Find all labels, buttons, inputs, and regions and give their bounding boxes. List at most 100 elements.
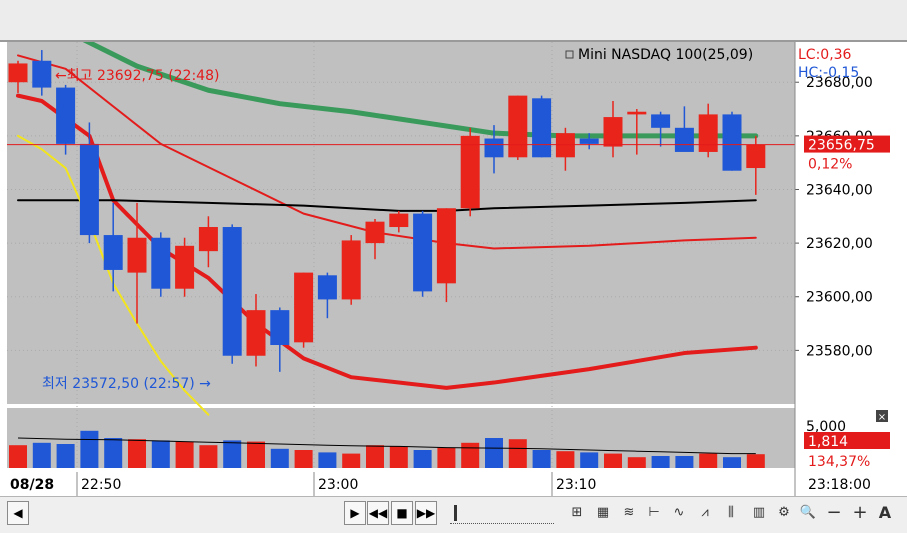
- play-icon[interactable]: ▶: [344, 501, 366, 525]
- candle-body: [8, 63, 28, 83]
- candle-body: [270, 310, 290, 346]
- trend-icon[interactable]: ⩘: [694, 501, 716, 525]
- volume-bar: [175, 441, 194, 468]
- volume-bar: [247, 441, 265, 468]
- candle-body: [79, 143, 99, 236]
- legend-hc: HC:-0,15: [798, 65, 859, 81]
- candle-body: [532, 98, 552, 158]
- time-axis-label-2300: 23:00: [318, 477, 358, 493]
- volume-bar: [318, 452, 337, 468]
- candle-body: [198, 227, 218, 252]
- candle-body: [555, 133, 575, 158]
- volume-bar: [104, 438, 123, 468]
- line-chart-icon[interactable]: ≋: [618, 501, 640, 525]
- bar-chart-icon[interactable]: ▥: [748, 501, 770, 525]
- volume-bar: [723, 457, 741, 468]
- volume-bar: [485, 438, 503, 468]
- candle-body: [151, 237, 171, 289]
- candle-body: [317, 275, 337, 300]
- zoom-slider[interactable]: [450, 503, 554, 524]
- volume-bar: [56, 444, 75, 468]
- volume-bar: [556, 451, 575, 468]
- stop-icon[interactable]: ■: [391, 501, 413, 525]
- volume-bar: [437, 447, 456, 468]
- volume-bar: [366, 445, 384, 468]
- candle-body: [127, 237, 147, 273]
- volume-bar: [32, 442, 51, 468]
- grid-icon[interactable]: ▦: [592, 501, 614, 525]
- settings-icon[interactable]: ⚙: [773, 501, 795, 525]
- candle-body: [674, 127, 694, 152]
- high-annotation: ←최고 23692,75 (22:48): [55, 68, 219, 84]
- indicator-icon[interactable]: ∿: [668, 501, 690, 525]
- candle-icon[interactable]: ⫼: [720, 501, 742, 525]
- rewind-icon[interactable]: ◀◀: [367, 501, 389, 525]
- zoom-minus-button[interactable]: −: [823, 501, 845, 525]
- chart-frame: 23680,0023660,0023640,0023620,0023600,00…: [0, 34, 907, 498]
- time-axis-date: 08/28: [10, 477, 54, 493]
- low-annotation: 최저 23572,50 (22:57) →: [42, 376, 211, 392]
- candlestick-chart[interactable]: 23680,0023660,0023640,0023620,0023600,00…: [0, 34, 907, 498]
- candle-body: [722, 114, 742, 171]
- candle-body: [460, 135, 480, 209]
- candle-body: [56, 87, 76, 144]
- fast-forward-icon[interactable]: ▶▶: [415, 501, 437, 525]
- zoom-out-icon[interactable]: 🔍: [797, 501, 819, 525]
- volume-bar: [199, 445, 218, 468]
- time-axis-strip: [7, 470, 795, 498]
- candle-body: [389, 213, 409, 228]
- chart-toolbar: ◀ ▶ ◀◀ ■ ▶▶ ⊞ ▦ ≋ ⊢ ∿ ⩘ ⫼ ▥ ⚙ 🔍 − + A: [0, 496, 907, 533]
- legend-instrument: Mini NASDAQ 100(25,09): [578, 47, 753, 63]
- volume-bar: [699, 453, 718, 468]
- candle-body: [175, 245, 195, 289]
- candle-body: [484, 138, 504, 158]
- volume-bar: [413, 450, 432, 468]
- volume-bar: [128, 439, 146, 468]
- current-change-pct: 0,12%: [808, 157, 852, 173]
- candle-body: [413, 213, 433, 292]
- volume-bar: [342, 453, 361, 468]
- price-tick-label: 23580,00: [806, 343, 873, 359]
- candle-body: [627, 111, 647, 115]
- volume-bar: [80, 430, 99, 468]
- volume-bar: [389, 446, 408, 468]
- price-tick-label: 23600,00: [806, 290, 873, 306]
- volume-bar: [461, 442, 480, 468]
- close-panel-glyph: ×: [878, 412, 886, 423]
- candle-body: [246, 310, 266, 356]
- zoom-slider-thumb[interactable]: [454, 505, 457, 521]
- volume-bar: [270, 448, 289, 468]
- volume-bar: [151, 440, 170, 468]
- candle-body: [365, 221, 385, 244]
- volume-ratio: 134,37%: [808, 454, 870, 470]
- price-axis: 23680,0023660,0023640,0023620,0023600,00…: [795, 75, 873, 359]
- volume-bar: [746, 454, 765, 468]
- legend-lc: LC:0,36: [798, 47, 852, 63]
- time-axis-label-2310: 23:10: [556, 477, 596, 493]
- current-price-value: 23656,75: [808, 138, 875, 154]
- candle-body: [294, 272, 314, 343]
- volume-bar: [9, 445, 27, 468]
- zoom-plus-button[interactable]: +: [849, 501, 871, 525]
- time-axis-label-end: 23:18:00: [808, 477, 871, 493]
- candle-body: [698, 114, 718, 152]
- candle-body: [651, 114, 671, 128]
- candle-body: [341, 240, 361, 300]
- chart-type-icon[interactable]: ⊞: [566, 501, 588, 525]
- candle-body: [436, 208, 456, 284]
- window-top-bar: [0, 0, 907, 41]
- volume-bar: [651, 456, 670, 468]
- price-tick-label: 23620,00: [806, 236, 873, 252]
- volume-bar: [675, 456, 694, 468]
- volume-current-value: 1,814: [808, 434, 848, 450]
- volume-bar: [604, 453, 622, 468]
- volume-bar: [223, 440, 242, 468]
- auto-scale-button[interactable]: A: [874, 501, 896, 525]
- candle-body: [103, 235, 123, 270]
- crosshair-icon[interactable]: ⊢: [643, 501, 665, 525]
- candle-body: [32, 60, 52, 88]
- price-tick-label: 23640,00: [806, 182, 873, 198]
- candle-body: [746, 144, 766, 169]
- scroll-left-icon[interactable]: ◀: [7, 501, 29, 525]
- candle-body: [508, 95, 528, 158]
